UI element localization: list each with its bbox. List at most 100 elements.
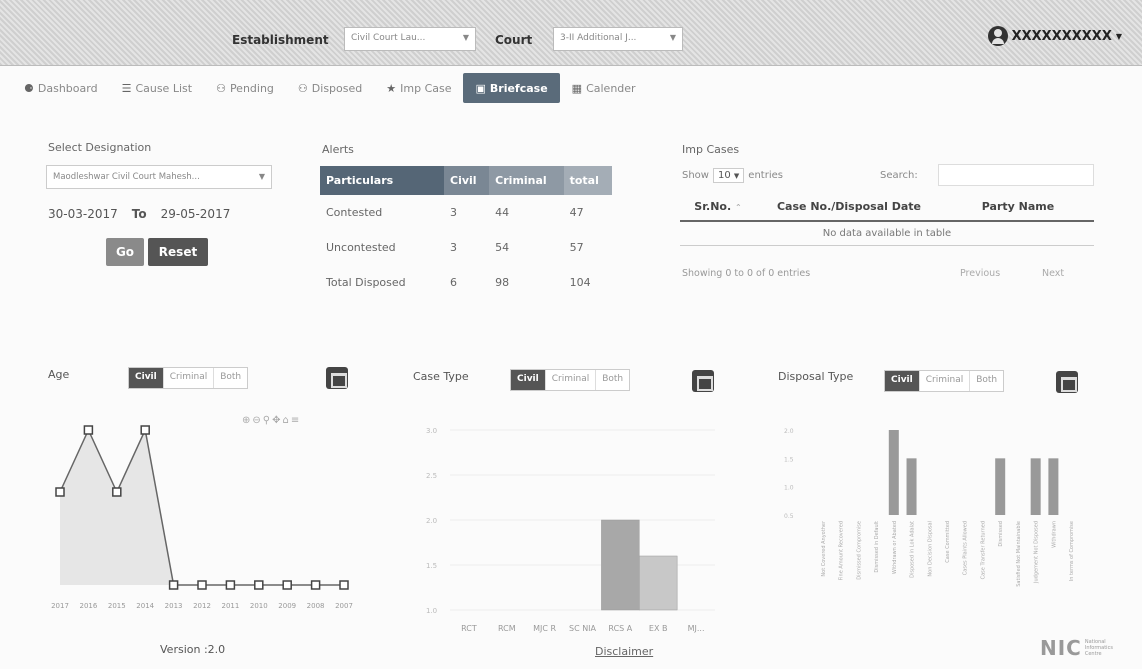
search-label: Search: [880, 170, 918, 181]
alerts-header-row: Particulars Civil Criminal total [320, 166, 612, 195]
disposal-x-tick-label: Not Covered Anyother [821, 520, 827, 577]
age-area [60, 430, 344, 585]
search-input[interactable] [938, 164, 1094, 186]
user-menu[interactable]: XXXXXXXXXX ▼ [987, 26, 1122, 46]
chevron-down-icon: ▼ [1115, 31, 1122, 41]
establishment-select-value: Civil Court Lau... [351, 33, 426, 43]
toggle-both[interactable]: Both [214, 368, 247, 388]
entries-label: entries [748, 170, 783, 181]
tab-label: Dashboard [37, 81, 98, 95]
top-header: Establishment Civil Court Lau... ▼ Court… [0, 0, 1142, 66]
calendar-icon[interactable] [692, 370, 714, 392]
designation-title: Select Designation [48, 141, 152, 154]
disposal-bar [1048, 458, 1059, 515]
from-date-input[interactable]: 30-03-2017 [48, 207, 118, 221]
disposal-y-tick-label: 2.0 [784, 428, 794, 435]
main-tabs: ⚈ Dashboard ☰ Cause List ⚇ Pending ⚇ Dispose… [12, 72, 648, 104]
age-tick-label: 2016 [79, 602, 97, 610]
case-y-tick-label: 1.5 [426, 562, 437, 570]
toggle-both[interactable]: Both [970, 371, 1003, 391]
case-x-tick-label: SC NIA [569, 624, 597, 633]
case-y-tick-label: 3.0 [426, 427, 437, 435]
designation-select[interactable]: Maodleshwar Civil Court Mahesh... ▼ [46, 165, 272, 189]
disposal-x-tick-label: Case Committed [945, 521, 951, 563]
toggle-both[interactable]: Both [596, 370, 629, 390]
disposal-x-tick-label: Withdrawn or Abated [892, 521, 898, 574]
case-type-chart: 3.0 2.5 2.0 1.5 1.0 RCT RCM MJC R SC NIA RCS A EX … [426, 427, 715, 633]
disposal-type-chart-title: Disposal Type [778, 370, 854, 383]
disposal-y-tick-label: 0.5 [784, 513, 794, 520]
case-x-tick-label: MJC R [533, 624, 556, 633]
age-tick-label: 2008 [307, 602, 325, 610]
to-date-input[interactable]: 29-05-2017 [161, 207, 231, 221]
calendar-icon[interactable] [326, 367, 348, 389]
tab-dashboard[interactable]: ⚈ Dashboard [12, 73, 110, 103]
court-select[interactable]: 3-II Additional J... ▼ [553, 27, 683, 51]
imp-header-cell[interactable]: Case No./Disposal Date [756, 193, 942, 222]
table-cell: 3 [450, 241, 457, 254]
toggle-civil[interactable]: Civil [885, 371, 920, 391]
age-tick-label: 2009 [278, 602, 296, 610]
table-row: Contested 3 44 47 [320, 195, 612, 230]
show-label: Show [682, 170, 709, 181]
imp-cases-table: Sr.No. ⌃ Case No./Disposal Date Party Na… [680, 193, 1094, 246]
table-cell: 44 [495, 206, 510, 219]
table-cell: 57 [569, 241, 584, 254]
table-row: Uncontested 3 54 57 [320, 230, 612, 265]
entries-select[interactable]: 10 ▼ [712, 168, 745, 183]
disposal-bar [1030, 458, 1041, 515]
imp-header-cell[interactable]: Party Name [942, 193, 1094, 222]
users-icon: ⚇ [297, 81, 308, 95]
alerts-header-cell: Particulars [320, 166, 444, 195]
table-cell: 6 [450, 276, 457, 289]
nic-logo-text: National Informatics Centre [1085, 639, 1113, 657]
go-button[interactable]: Go [106, 238, 144, 266]
toggle-criminal[interactable]: Criminal [546, 370, 597, 390]
toggle-criminal[interactable]: Criminal [920, 371, 971, 391]
table-cell: Contested [326, 206, 383, 219]
age-point [83, 425, 94, 435]
case-x-tick-label: MJ... [688, 624, 705, 633]
case-type-chart-title: Case Type [413, 370, 469, 383]
tab-label: Pending [229, 81, 274, 95]
toggle-criminal[interactable]: Criminal [164, 368, 215, 388]
to-label: To [131, 207, 147, 221]
tab-briefcase[interactable]: ▣ Briefcase [463, 73, 560, 103]
court-select-value: 3-II Additional J... [560, 33, 637, 43]
dashboard-icon: ⚈ [24, 81, 34, 95]
next-link[interactable]: Next [1042, 268, 1064, 279]
age-point [310, 580, 321, 590]
previous-link[interactable]: Previous [960, 268, 1000, 279]
age-tick-label: 2011 [221, 602, 239, 610]
chevron-down-icon: ▼ [733, 172, 740, 180]
case-bar [601, 519, 640, 611]
version-text: Version :2.0 [160, 643, 226, 656]
disposal-x-tick-label: Dismissed Compromise [856, 521, 862, 580]
tab-cause-list[interactable]: ☰ Cause List [110, 73, 205, 103]
tab-imp-case[interactable]: ★ Imp Case [374, 73, 463, 103]
case-x-tick-label: EX B [649, 624, 668, 633]
reset-button[interactable]: Reset [148, 238, 208, 266]
disposal-type-chart: 2.0 1.5 1.0 0.5 Not Covered Anyother Fine Amo… [784, 428, 1075, 587]
age-point [112, 487, 122, 497]
imp-header-cell[interactable]: Sr.No. ⌃ [680, 193, 756, 222]
disposal-y-tick-label: 1.0 [784, 485, 794, 492]
age-tick-label: 2014 [136, 602, 154, 610]
disposal-x-tick-label: In terms of Compromise [1069, 521, 1075, 581]
toggle-civil[interactable]: Civil [511, 370, 546, 390]
establishment-select[interactable]: Civil Court Lau... ▼ [344, 27, 476, 51]
age-point [55, 487, 65, 497]
tab-calender[interactable]: ▦ Calender [560, 73, 648, 103]
disclaimer-link[interactable]: Disclaimer [595, 645, 653, 658]
briefcase-icon: ▣ [475, 81, 486, 95]
toggle-civil[interactable]: Civil [129, 368, 164, 388]
tab-pending[interactable]: ⚇ Pending [204, 73, 286, 103]
case-y-tick-label: 2.0 [426, 517, 437, 525]
age-tick-label: 2012 [193, 602, 211, 610]
table-cell: 3 [450, 206, 457, 219]
alerts-header-cell: Civil [444, 166, 490, 195]
calendar-icon: ▦ [571, 81, 583, 95]
tab-disposed[interactable]: ⚇ Disposed [286, 73, 374, 103]
imp-header-label: Sr.No. [694, 200, 732, 213]
calendar-icon[interactable] [1056, 371, 1078, 393]
